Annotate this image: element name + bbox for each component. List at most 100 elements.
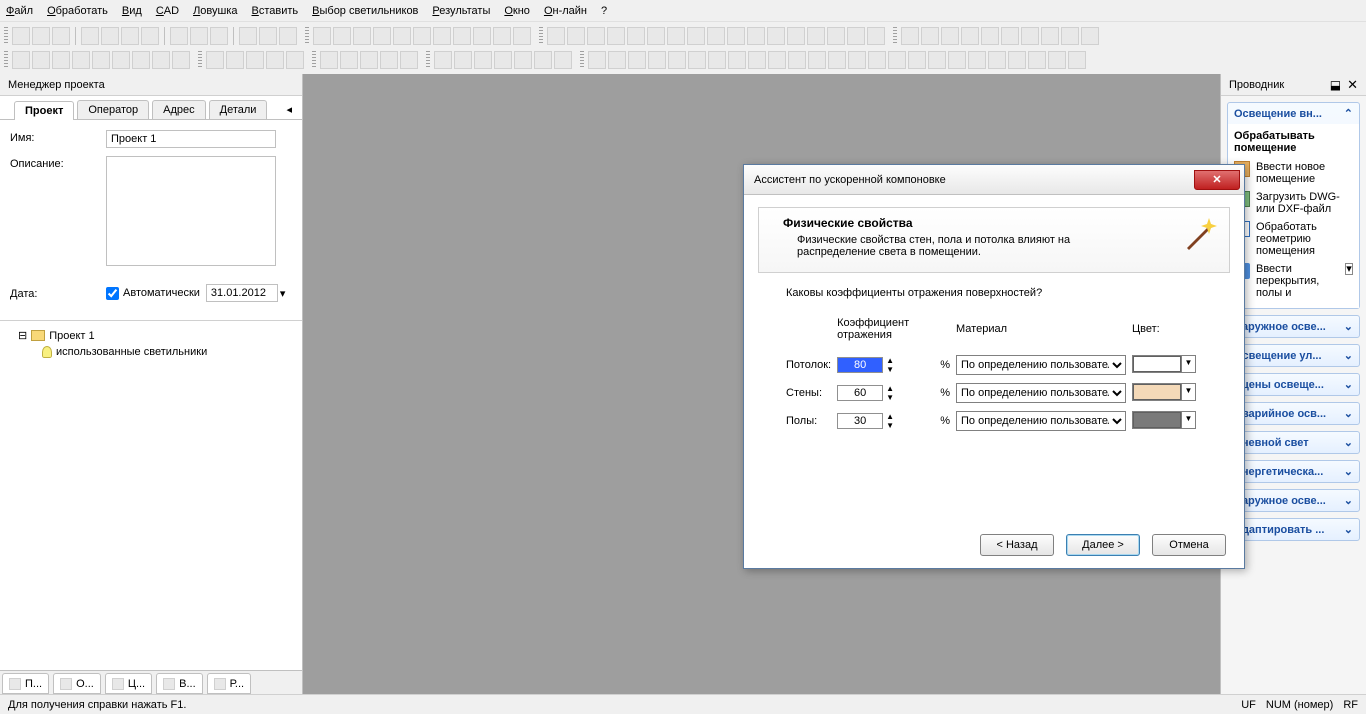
toolbar-icon[interactable] xyxy=(688,51,706,69)
toolbar-icon[interactable] xyxy=(413,27,431,45)
toolbar-icon[interactable] xyxy=(239,27,257,45)
project-tree[interactable]: ⊟ Проект 1 использованные светильники xyxy=(0,320,302,670)
toolbar-icon[interactable] xyxy=(1028,51,1046,69)
toolbar-icon[interactable] xyxy=(867,27,885,45)
next-button[interactable]: Далее > xyxy=(1066,534,1140,556)
toolbar-icon[interactable] xyxy=(747,27,765,45)
toolbar-icon[interactable] xyxy=(81,27,99,45)
acc-item-new-room[interactable]: Ввести новое помещение xyxy=(1232,158,1355,188)
toolbar-icon[interactable] xyxy=(988,51,1006,69)
toolbar-icon[interactable] xyxy=(12,51,30,69)
bottom-tab[interactable]: Ц... xyxy=(105,673,152,694)
toolbar-icon[interactable] xyxy=(493,27,511,45)
toolbar-icon[interactable] xyxy=(587,27,605,45)
toolbar-icon[interactable] xyxy=(340,51,358,69)
menu-insert[interactable]: Вставить xyxy=(252,5,299,17)
acc-item-insert-floors[interactable]: Ввести перекрытия, полы и▾ xyxy=(1232,260,1355,302)
toolbar-icon[interactable] xyxy=(567,27,585,45)
toolbar-icon[interactable] xyxy=(360,51,378,69)
toolbar-icon[interactable] xyxy=(708,51,726,69)
dropdown-icon[interactable]: ▾ xyxy=(1345,263,1353,275)
menu-window[interactable]: Окно xyxy=(504,5,530,17)
date-input[interactable] xyxy=(206,284,278,302)
toolbar-icon[interactable] xyxy=(707,27,725,45)
acc-item-load-dwg[interactable]: Загрузить DWG- или DXF-файл xyxy=(1232,188,1355,218)
toolbar-icon[interactable] xyxy=(908,51,926,69)
tree-child[interactable]: использованные светильники xyxy=(6,344,296,360)
toolbar-icon[interactable] xyxy=(847,27,865,45)
menu-results[interactable]: Результаты xyxy=(432,5,490,17)
bottom-tab[interactable]: Р... xyxy=(207,673,251,694)
walls-coef-input[interactable] xyxy=(837,385,883,401)
name-input[interactable] xyxy=(106,130,276,148)
toolbar-icon[interactable] xyxy=(727,27,745,45)
acc-section[interactable]: Наружное осве...⌄ xyxy=(1227,315,1360,338)
walls-material-select[interactable]: По определению пользователя xyxy=(956,383,1126,403)
toolbar-icon[interactable] xyxy=(948,51,966,69)
toolbar-icon[interactable] xyxy=(788,51,806,69)
toolbar-icon[interactable] xyxy=(767,27,785,45)
back-button[interactable]: < Назад xyxy=(980,534,1054,556)
toolbar-icon[interactable] xyxy=(921,27,939,45)
toolbar-icon[interactable] xyxy=(968,51,986,69)
toolbar-icon[interactable] xyxy=(266,51,284,69)
toolbar-icon[interactable] xyxy=(667,27,685,45)
toolbar-icon[interactable] xyxy=(827,27,845,45)
toolbar-icon[interactable] xyxy=(514,51,532,69)
toolbar-icon[interactable] xyxy=(170,27,188,45)
acc-section[interactable]: Дневной свет⌄ xyxy=(1227,431,1360,454)
toolbar-icon[interactable] xyxy=(1008,51,1026,69)
cancel-button[interactable]: Отмена xyxy=(1152,534,1226,556)
menu-file[interactable]: Файл xyxy=(6,5,33,17)
menu-view[interactable]: Вид xyxy=(122,5,142,17)
walls-color-button[interactable]: ▼ xyxy=(1132,383,1196,401)
toolbar-icon[interactable] xyxy=(32,51,50,69)
toolbar-icon[interactable] xyxy=(434,51,452,69)
acc-section[interactable]: Наружное осве...⌄ xyxy=(1227,489,1360,512)
toolbar-icon[interactable] xyxy=(226,51,244,69)
tab-details[interactable]: Детали xyxy=(209,100,268,119)
bottom-tab[interactable]: П... xyxy=(2,673,49,694)
bottom-tab[interactable]: В... xyxy=(156,673,203,694)
workspace-canvas[interactable]: Ассистент по ускоренной компоновке ✕ Физ… xyxy=(303,74,1220,694)
toolbar-icon[interactable] xyxy=(1001,27,1019,45)
toolbar-icon[interactable] xyxy=(768,51,786,69)
toolbar-icon[interactable] xyxy=(647,27,665,45)
toolbar-icon[interactable] xyxy=(554,51,572,69)
toolbar-icon[interactable] xyxy=(393,27,411,45)
toolbar-icon[interactable] xyxy=(668,51,686,69)
toolbar-icon[interactable] xyxy=(72,51,90,69)
toolbar-icon[interactable] xyxy=(473,27,491,45)
toolbar-icon[interactable] xyxy=(748,51,766,69)
toolbar-icon[interactable] xyxy=(928,51,946,69)
auto-checkbox[interactable] xyxy=(106,287,119,300)
toolbar-icon[interactable] xyxy=(152,51,170,69)
toolbar-icon[interactable] xyxy=(259,27,277,45)
acc-section[interactable]: Адаптировать ...⌄ xyxy=(1227,518,1360,541)
explorer-close-icon[interactable]: ✕ xyxy=(1347,74,1358,96)
toolbar-icon[interactable] xyxy=(246,51,264,69)
toolbar-icon[interactable] xyxy=(588,51,606,69)
floors-color-button[interactable]: ▼ xyxy=(1132,411,1196,429)
toolbar-icon[interactable] xyxy=(121,27,139,45)
tab-address[interactable]: Адрес xyxy=(152,100,206,119)
toolbar-icon[interactable] xyxy=(648,51,666,69)
toolbar-icon[interactable] xyxy=(52,27,70,45)
toolbar-icon[interactable] xyxy=(961,27,979,45)
toolbar-icon[interactable] xyxy=(1061,27,1079,45)
toolbar-icon[interactable] xyxy=(808,51,826,69)
toolbar-icon[interactable] xyxy=(608,51,626,69)
toolbar-icon[interactable] xyxy=(400,51,418,69)
toolbar-icon[interactable] xyxy=(433,27,451,45)
floors-material-select[interactable]: По определению пользователя xyxy=(956,411,1126,431)
ceiling-coef-input[interactable] xyxy=(837,357,883,373)
toolbar-icon[interactable] xyxy=(888,51,906,69)
toolbar-icon[interactable] xyxy=(1081,27,1099,45)
toolbar-icon[interactable] xyxy=(12,27,30,45)
toolbar-icon[interactable] xyxy=(92,51,110,69)
toolbar-icon[interactable] xyxy=(828,51,846,69)
toolbar-icon[interactable] xyxy=(474,51,492,69)
toolbar-icon[interactable] xyxy=(190,27,208,45)
toolbar-icon[interactable] xyxy=(1048,51,1066,69)
toolbar-icon[interactable] xyxy=(534,51,552,69)
